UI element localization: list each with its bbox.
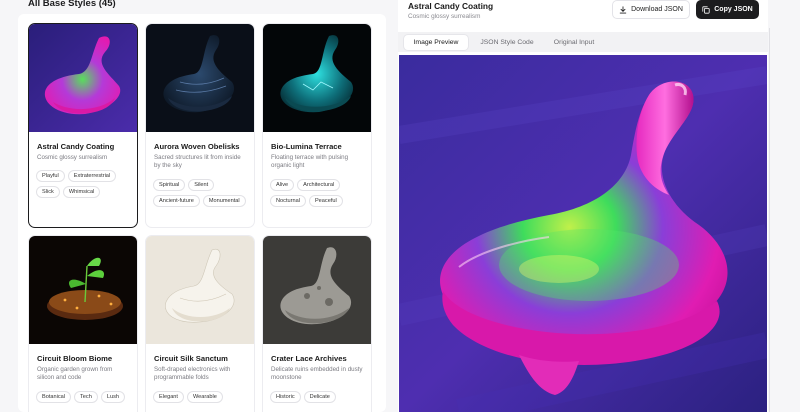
tab-image-preview[interactable]: Image Preview [404,35,468,50]
style-card-title: Crater Lace Archives [271,354,347,363]
style-card-crater-lace[interactable]: Crater Lace Archives Delicate ruins embe… [262,235,372,412]
tag: Wearable [186,390,223,403]
download-json-button[interactable]: Download JSON [612,0,690,19]
tag: Peaceful [308,194,343,207]
style-thumbnail [263,236,371,344]
gallery-title: All Base Styles (45) [28,0,116,9]
style-card-title: Circuit Silk Sanctum [154,354,228,363]
tab-json-style-code[interactable]: JSON Style Code [472,35,542,50]
tag: Alive [270,178,295,191]
style-card-title: Aurora Woven Obelisks [154,142,240,151]
style-card-title: Bio-Lumina Terrace [271,142,342,151]
download-icon [619,5,627,13]
style-card-tags: Botanical Tech Lush [36,390,131,403]
image-preview [399,55,767,412]
style-card-bio-lumina[interactable]: Bio-Lumina Terrace Floating terrace with… [262,23,372,228]
style-detail-panel: Astral Candy Coating Cosmic glossy surre… [398,0,768,412]
tag: Extraterrestrial [67,170,117,183]
style-card-subtitle: Floating terrace with pulsing organic li… [271,154,349,170]
style-card-tags: Playful Extraterrestrial Slick Whimsical [36,170,131,199]
style-card-subtitle: Soft-draped electronics with programmabl… [154,366,231,382]
style-card-tags: Elegant Wearable [153,390,248,403]
style-thumbnail [29,24,137,132]
tag: Botanical [36,390,72,403]
detail-subtitle: Cosmic glossy surrealism [408,13,481,20]
style-card-astral-candy[interactable]: Astral Candy Coating Cosmic glossy surre… [28,23,138,228]
tag: Architectural [297,178,341,191]
tag: Historic [270,390,301,403]
style-card-title: Circuit Bloom Biome [37,354,113,363]
style-card-aurora-woven[interactable]: Aurora Woven Obelisks Sacred structures … [145,23,255,228]
tag: Slick [36,186,60,199]
style-card-subtitle: Cosmic glossy surrealism [37,154,108,161]
style-card-circuit-bloom[interactable]: Circuit Bloom Biome Organic garden grown… [28,235,138,412]
style-thumbnail [29,236,137,344]
detail-tabs: Image Preview JSON Style Code Original I… [398,32,768,52]
style-thumbnail [146,24,254,132]
copy-json-label: Copy JSON [714,6,753,13]
tag: Spiritual [153,178,186,191]
copy-icon [702,5,710,14]
panel-divider [769,28,770,412]
copy-json-button[interactable]: Copy JSON [696,0,759,19]
tag: Whimsical [62,186,101,199]
tag: Delicate [303,390,336,403]
style-card-title: Astral Candy Coating [37,142,115,151]
styles-grid: Astral Candy Coating Cosmic glossy surre… [18,14,386,412]
styles-gallery-panel: All Base Styles (45) Astral Candy Coatin… [0,0,390,412]
tag: Elegant [153,390,184,403]
style-thumbnail [263,24,371,132]
tag: Ancient-future [153,194,200,207]
tab-original-input[interactable]: Original Input [546,35,602,50]
style-card-circuit-silk[interactable]: Circuit Silk Sanctum Soft-draped electro… [145,235,255,412]
tag: Nocturnal [270,194,306,207]
app-root: All Base Styles (45) Astral Candy Coatin… [0,0,800,412]
tag: Silent [188,178,215,191]
style-thumbnail [146,236,254,344]
style-card-subtitle: Delicate ruins embedded in dusty moonsto… [271,366,363,382]
style-card-tags: Alive Architectural Nocturnal Peaceful [270,178,365,207]
style-card-tags: Spiritual Silent Ancient-future Monument… [153,178,248,207]
tag: Tech [74,390,98,403]
tag: Monumental [202,194,246,207]
style-card-subtitle: Organic garden grown from silicon and co… [37,366,113,382]
download-json-label: Download JSON [631,6,683,13]
detail-title: Astral Candy Coating [408,1,494,11]
style-card-tags: Historic Delicate [270,390,365,403]
style-card-subtitle: Sacred structures lit from inside by the… [154,154,241,170]
tag: Playful [36,170,65,183]
tag: Lush [100,390,125,403]
